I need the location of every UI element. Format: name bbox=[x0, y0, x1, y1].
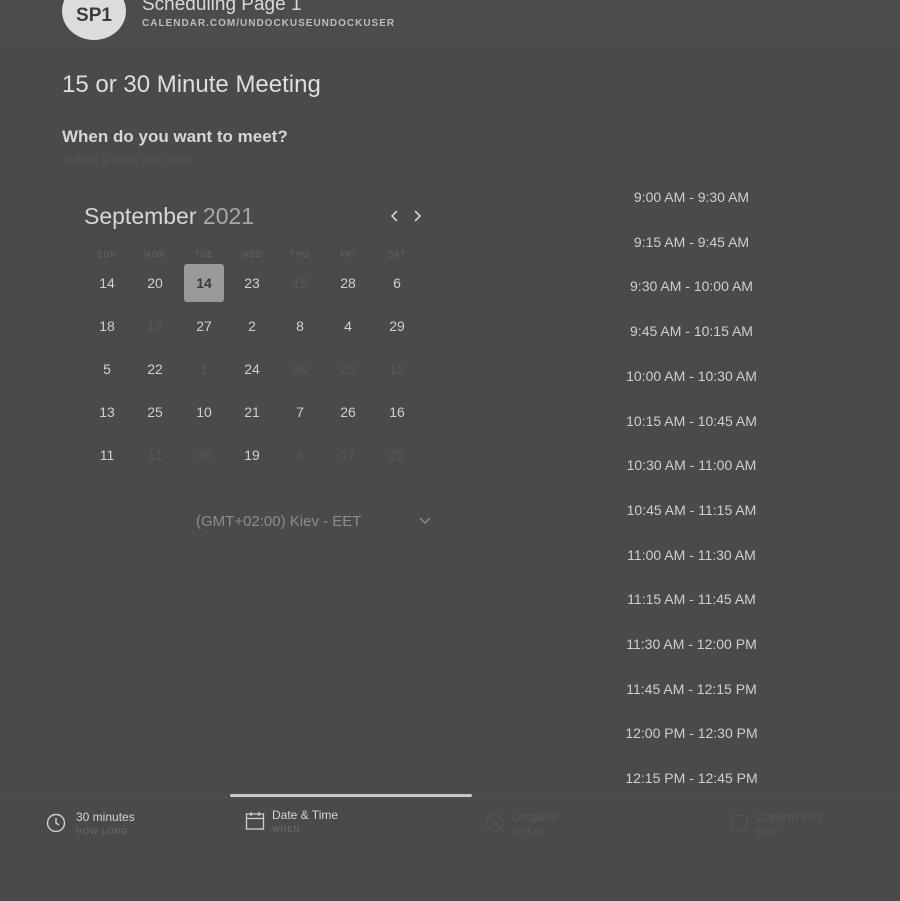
calendar-day[interactable]: 10 bbox=[184, 393, 224, 431]
time-slot[interactable]: 9:30 AM - 10:00 AM bbox=[590, 278, 793, 294]
calendar-day: 25 bbox=[340, 361, 356, 377]
time-slot[interactable]: 12:15 PM - 12:45 PM bbox=[590, 770, 793, 786]
weekday-header: SAT bbox=[388, 250, 406, 259]
calendar-day[interactable]: 8 bbox=[280, 307, 320, 345]
timezone-select[interactable]: (GMT+02:00) Kiev - EET bbox=[196, 513, 361, 530]
calendar-day[interactable]: 20 bbox=[135, 264, 175, 302]
weekday-header: TUE bbox=[194, 250, 214, 259]
calendar-day: 17 bbox=[147, 318, 163, 334]
active-step-indicator bbox=[230, 794, 472, 797]
time-slot[interactable]: 11:00 AM - 11:30 AM bbox=[590, 547, 793, 563]
confirm-icon bbox=[731, 814, 748, 832]
time-slot[interactable]: 11:15 AM - 11:45 AM bbox=[590, 591, 793, 607]
calendar-day[interactable]: 5 bbox=[87, 350, 127, 388]
calendar-day[interactable]: 25 bbox=[135, 393, 175, 431]
prev-month-button[interactable] bbox=[388, 208, 402, 224]
calendar-day[interactable]: 18 bbox=[87, 307, 127, 345]
meeting-title: 15 or 30 Minute Meeting bbox=[62, 71, 321, 98]
time-slot[interactable]: 9:00 AM - 9:30 AM bbox=[590, 189, 793, 205]
calendar-day[interactable]: 7 bbox=[280, 393, 320, 431]
calendar-day[interactable]: 2 bbox=[232, 307, 272, 345]
time-slot[interactable]: 12:00 PM - 12:30 PM bbox=[590, 725, 793, 741]
calendar-day[interactable]: 29 bbox=[377, 307, 417, 345]
calendar-day-selected[interactable]: 14 bbox=[184, 264, 224, 302]
calendar-day[interactable]: 22 bbox=[135, 350, 175, 388]
calendar-day[interactable]: 26 bbox=[328, 393, 368, 431]
calendar-month: September bbox=[84, 203, 197, 229]
next-month-button[interactable] bbox=[410, 208, 424, 224]
step-location-label: Location bbox=[512, 810, 558, 824]
step-duration-sublabel: HOW LONG bbox=[76, 827, 129, 836]
calendar-day[interactable]: 13 bbox=[87, 393, 127, 431]
weekday-header: FRI bbox=[340, 250, 356, 259]
time-slot[interactable]: 10:30 AM - 11:00 AM bbox=[590, 457, 793, 473]
calendar-month-year: September 2021 bbox=[84, 203, 254, 230]
scheduling-page-url[interactable]: CALENDAR.COM/UNDOCKUSEUNDOCKUSER bbox=[142, 18, 395, 29]
calendar-day[interactable]: 27 bbox=[184, 307, 224, 345]
calendar-icon bbox=[245, 812, 265, 830]
step-duration-label: 30 minutes bbox=[76, 810, 135, 824]
calendar-day: 1 bbox=[200, 361, 208, 377]
calendar-day[interactable]: 4 bbox=[328, 307, 368, 345]
calendar-day[interactable]: 28 bbox=[328, 264, 368, 302]
calendar-day: 17 bbox=[340, 447, 356, 463]
time-slot[interactable]: 11:30 AM - 12:00 PM bbox=[590, 636, 793, 652]
calendar-day: 15 bbox=[292, 275, 308, 291]
step-date-time-label: Date & Time bbox=[272, 808, 339, 822]
calendar-day[interactable]: 6 bbox=[377, 264, 417, 302]
calendar-day: 18 bbox=[389, 361, 405, 377]
step-confirm-label: Confirm Info bbox=[756, 810, 822, 824]
step-date-time-sublabel: WHEN bbox=[272, 825, 301, 834]
time-slot[interactable]: 10:45 AM - 11:15 AM bbox=[590, 502, 793, 518]
calendar-day[interactable]: 24 bbox=[232, 350, 272, 388]
time-slot[interactable]: 10:00 AM - 10:30 AM bbox=[590, 368, 793, 384]
step-confirm-sublabel: WHO bbox=[756, 827, 779, 836]
calendar-day[interactable]: 21 bbox=[232, 393, 272, 431]
calendar-day[interactable]: 16 bbox=[377, 393, 417, 431]
calendar-day[interactable]: 11 bbox=[87, 436, 127, 474]
chevron-right-icon bbox=[414, 210, 422, 222]
time-slot[interactable]: 10:15 AM - 10:45 AM bbox=[590, 413, 793, 429]
calendar-day[interactable]: 23 bbox=[232, 264, 272, 302]
calendar-day: 6 bbox=[296, 447, 304, 463]
calendar-day: 30 bbox=[196, 447, 212, 463]
meeting-subtitle: Select a date and time bbox=[62, 152, 192, 167]
time-slot[interactable]: 9:45 AM - 10:15 AM bbox=[590, 323, 793, 339]
chevron-left-icon bbox=[390, 210, 398, 222]
meeting-question: When do you want to meet? bbox=[62, 127, 288, 146]
weekday-header: WED bbox=[241, 250, 263, 259]
calendar-day: 11 bbox=[147, 447, 163, 463]
calendar-year: 2021 bbox=[202, 203, 255, 229]
time-slot[interactable]: 11:45 AM - 12:15 PM bbox=[590, 681, 793, 697]
calendar-day: 22 bbox=[389, 447, 405, 463]
step-location-sublabel: WHERE bbox=[512, 827, 547, 836]
time-slot[interactable]: 9:15 AM - 9:45 AM bbox=[590, 234, 793, 250]
calendar-day: 30 bbox=[292, 361, 308, 377]
calendar-day[interactable]: 19 bbox=[232, 436, 272, 474]
location-icon bbox=[486, 814, 504, 832]
scheduling-page-name: Scheduling Page 1 bbox=[142, 0, 302, 15]
clock-icon bbox=[46, 813, 66, 833]
weekday-header: MON bbox=[144, 250, 166, 259]
page-header bbox=[0, 0, 900, 50]
weekday-header: THU bbox=[290, 250, 310, 259]
calendar-day[interactable]: 14 bbox=[87, 264, 127, 302]
weekday-header: SUN bbox=[97, 250, 117, 259]
chevron-down-icon[interactable] bbox=[418, 513, 432, 530]
